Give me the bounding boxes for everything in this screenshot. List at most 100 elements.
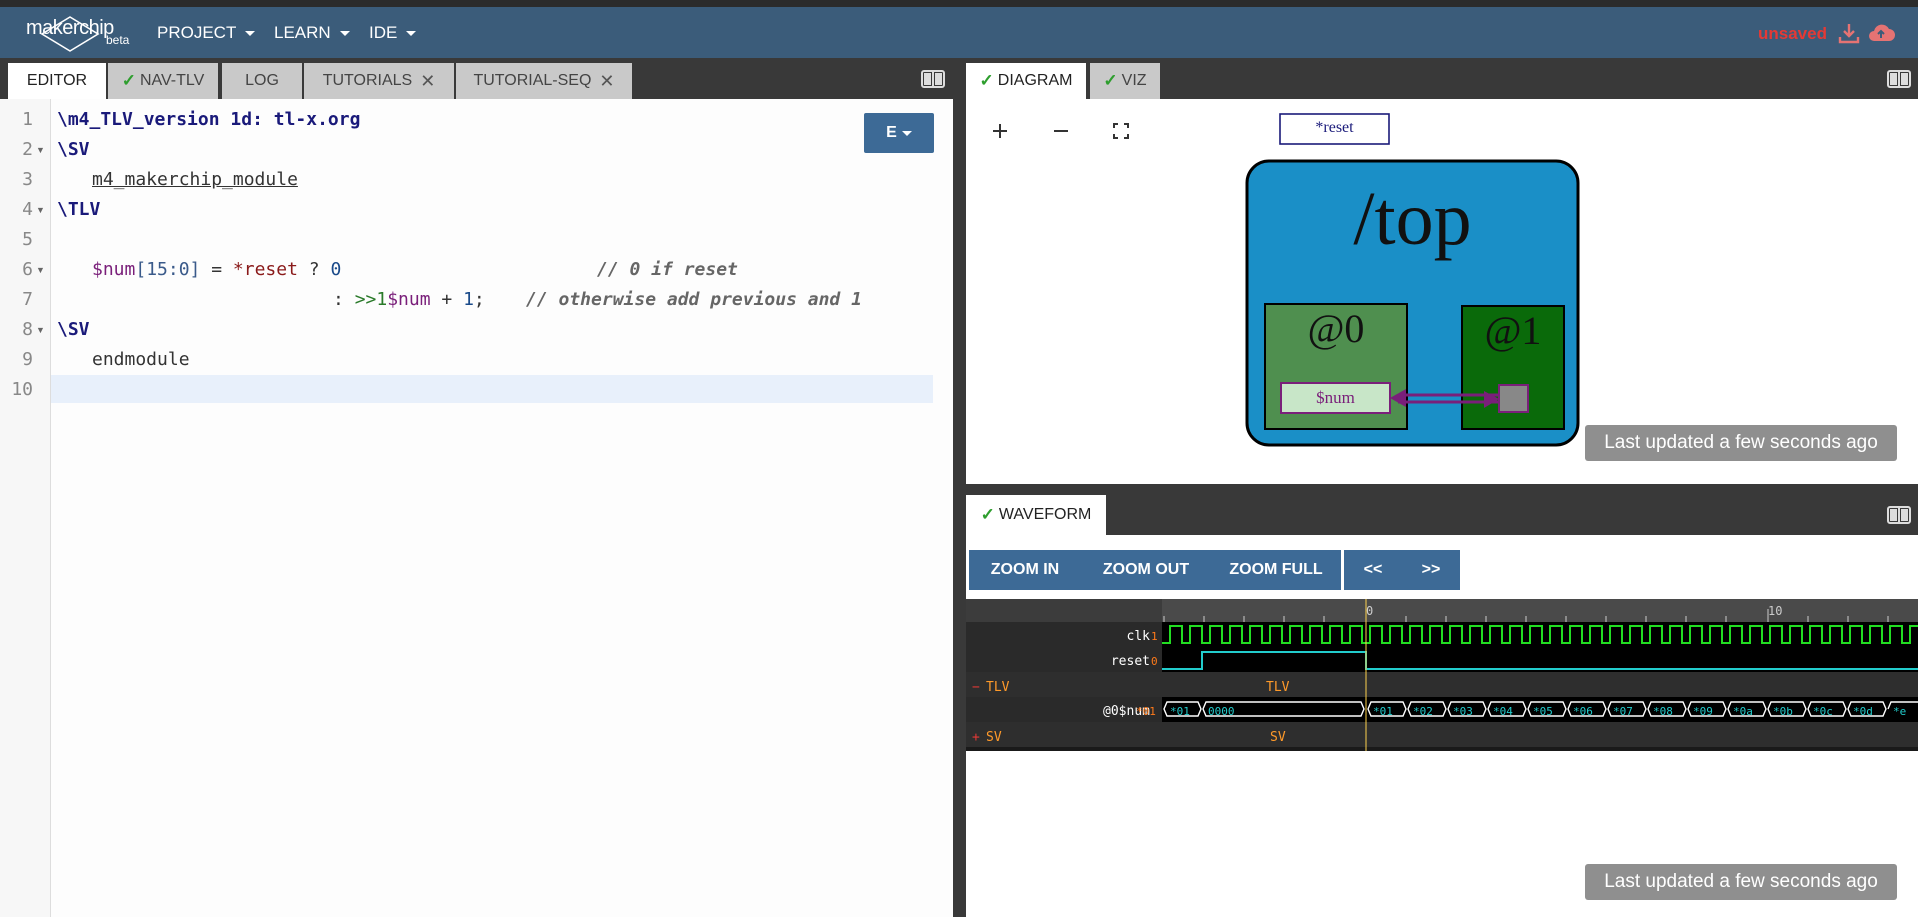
num-value: *09 [1693,705,1713,718]
expand-icon[interactable]: + [972,730,980,745]
signal-value-clk: 1 [1151,630,1158,643]
check-icon: ✓ [1103,71,1118,90]
waveform-svg[interactable] [966,599,1918,751]
download-icon[interactable] [1836,21,1862,45]
code-token: : [333,289,355,310]
logo[interactable]: makerchip beta [26,13,136,53]
zoom-out-button[interactable]: ZOOM OUT [1081,550,1211,590]
code-token: [15:0] [135,259,201,280]
last-updated-toast: Last updated a few seconds ago [1585,864,1897,900]
ruler-label: 10 [1768,604,1783,618]
chevron-down-icon [406,30,417,36]
diagram-panel: *reset /top @0 @1 $num Last updated a fe… [966,99,1918,484]
line-number: 10 [11,379,33,400]
code-token: + [430,289,464,310]
collapse-icon[interactable]: − [972,680,980,695]
close-icon[interactable]: ✕ [599,71,614,92]
stage0-label: @0 [1307,306,1365,351]
tab-tutorials[interactable]: TUTORIALS ✕ [304,63,454,99]
cloud-upload-icon[interactable] [1866,21,1896,45]
tab-tutorials-label: TUTORIALS [322,72,413,89]
code-editor[interactable]: 1 2 3 4 5 6 7 8 9 10 ▼ ▼ ▼ ▼ \m4_TLV_ver… [0,99,953,917]
line-number: 2 [22,139,33,160]
code-token: >>1 [354,289,388,310]
tab-diagram[interactable]: ✓ DIAGRAM [966,63,1086,99]
code-line-4: \TLV [57,199,101,220]
check-icon: ✓ [980,505,995,524]
check-icon: ✓ [121,71,136,90]
fold-icon[interactable]: ▼ [36,265,45,275]
split-panel-icon[interactable] [1886,504,1912,526]
signal-name-clk[interactable]: clk [1026,629,1150,644]
code-token: $num [92,259,136,280]
num-value: *01 [1170,705,1190,718]
code-token: 1 [463,289,474,310]
code-line-1: \m4_TLV_version 1d: tl-x.org [57,109,361,130]
group-sv[interactable]: SV [986,730,1002,745]
navbar: makerchip beta PROJECT LEARN IDE unsaved [0,7,1918,58]
zoom-full-button[interactable]: ZOOM FULL [1211,550,1341,590]
chevron-down-icon [339,30,350,36]
code-token: = [200,259,233,280]
line-number: 5 [22,229,33,250]
menu-ide-label: IDE [369,23,398,42]
line-number: 8 [22,319,33,340]
num-value: *0b [1773,705,1793,718]
num-node-label[interactable]: $num [1281,388,1390,408]
fold-icon[interactable]: ▼ [36,325,45,335]
fold-icon[interactable]: ▼ [36,205,45,215]
line-number: 4 [22,199,33,220]
line-number: 6 [22,259,33,280]
top-scope-label: /top [1353,177,1472,261]
split-panel-icon[interactable] [1886,68,1912,90]
tab-viz[interactable]: ✓ VIZ [1090,63,1160,99]
tab-viz-label: VIZ [1121,72,1147,89]
tab-editor-label: EDITOR [26,72,88,89]
signal-name-num[interactable]: @0$num [1026,704,1150,719]
menu-ide[interactable]: IDE [369,23,417,43]
vertical-splitter[interactable] [953,58,966,917]
fold-icon[interactable]: ▼ [36,145,45,155]
logo-text: makerchip [26,17,114,39]
code-comment: // otherwise add previous and 1 [526,289,862,310]
tab-waveform-label: WAVEFORM [998,506,1092,523]
num-value: *06 [1573,705,1593,718]
chevron-down-icon [245,30,256,36]
num-value: *01 [1373,705,1393,718]
ruler-label: 0 [1366,604,1374,618]
line-number: 7 [22,289,33,310]
line-number: 9 [22,349,33,370]
waveform-panel: ZOOM IN ZOOM OUT ZOOM FULL << >> 0 10 cl… [966,535,1918,917]
num-value: *08 [1653,705,1673,718]
tab-waveform[interactable]: ✓ WAVEFORM [966,495,1106,535]
tab-tutorial-seq[interactable]: TUTORIAL-SEQ ✕ [456,63,632,99]
num-stage1-node [1498,384,1529,413]
editor-gutter [0,99,51,917]
group-tlv[interactable]: TLV [986,680,1009,695]
editor-mode-button[interactable]: E [864,113,934,153]
close-icon[interactable]: ✕ [420,71,435,92]
reset-node-label[interactable]: *reset [1280,119,1389,137]
signal-value-num: *01 [1136,705,1156,718]
menu-project[interactable]: PROJECT [157,23,256,43]
waveform-tabbar: ✓ WAVEFORM [966,494,1918,535]
num-value: *07 [1613,705,1633,718]
group-sv-label: SV [1270,730,1286,745]
tab-diagram-label: DIAGRAM [997,72,1073,89]
zoom-in-button[interactable]: ZOOM IN [969,550,1081,590]
tab-log-label: LOG [245,72,279,89]
scroll-right-button[interactable]: >> [1402,550,1460,590]
menu-project-label: PROJECT [157,23,237,42]
code-token: $num [387,289,431,310]
tab-editor[interactable]: EDITOR [8,63,106,99]
signal-name-reset[interactable]: reset [1026,654,1150,669]
code-token: ? [297,259,331,280]
tab-log[interactable]: LOG [222,63,302,99]
num-value: *03 [1453,705,1473,718]
horizontal-splitter[interactable] [966,484,1918,494]
scroll-left-button[interactable]: << [1344,550,1402,590]
num-value: *05 [1533,705,1553,718]
split-panel-icon[interactable] [920,68,946,90]
menu-learn[interactable]: LEARN [274,23,350,43]
tab-nav-tlv[interactable]: ✓ NAV-TLV [108,63,218,99]
